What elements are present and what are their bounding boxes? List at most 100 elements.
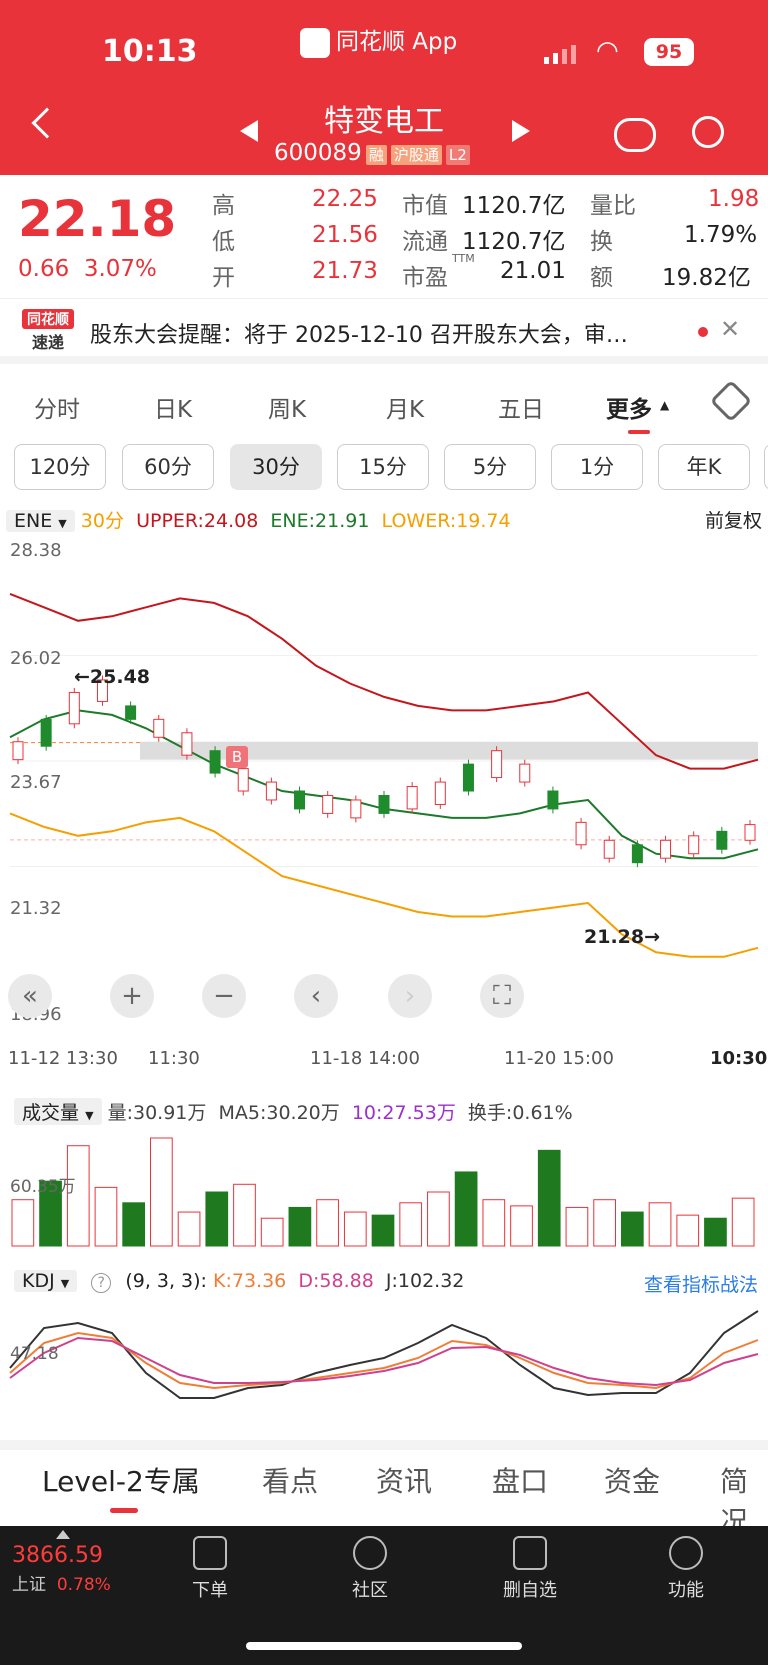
nav-community[interactable]: 社区: [320, 1536, 420, 1602]
quote-grid: 高 22.25 低 21.56 开 21.73 市值 1120.7亿 流通 11…: [212, 186, 760, 291]
tab-day[interactable]: 日K: [154, 390, 192, 424]
help-icon[interactable]: ?: [91, 1273, 112, 1293]
candle: [547, 790, 559, 810]
tag-connect: 沪股通: [390, 145, 442, 165]
x-label-1: 11-12 13:30: [8, 1048, 118, 1069]
pill-5m[interactable]: 5分: [444, 444, 536, 490]
volume-bar: [537, 1149, 561, 1247]
last-price: 22.18: [18, 190, 177, 248]
header-bar: 10:13 同花顺 App ◠ 95 特变电工 600089 融沪股通 L2: [0, 0, 768, 175]
ene-lower: LOWER:19.74: [381, 510, 511, 532]
kdj-dropdown[interactable]: KDJ ▼: [14, 1270, 78, 1292]
candle: [660, 839, 672, 859]
volume-legend: 成交量 ▼ 量:30.91万 MA5:30.20万 10:27.53万 换手:0…: [14, 1098, 764, 1125]
tab-level2[interactable]: Level-2专属: [42, 1460, 200, 1500]
pill-30m[interactable]: 30分: [230, 444, 322, 490]
tab-orderbook[interactable]: 盘口: [492, 1460, 548, 1500]
kdj-k-line: [9, 1331, 759, 1390]
volume-bar: [565, 1206, 589, 1247]
settings-icon[interactable]: [709, 379, 753, 423]
pan-left-icon[interactable]: ‹: [294, 974, 338, 1018]
y-label-2: 26.02: [10, 648, 62, 669]
nav-remove-watch[interactable]: 删自选: [480, 1536, 580, 1602]
pill-year[interactable]: 年K: [658, 444, 750, 490]
tab-fiveday[interactable]: 五日: [498, 390, 544, 424]
app-indicator[interactable]: 同花顺 App: [300, 22, 457, 58]
volume-ma10: 10:27.53万: [351, 1102, 456, 1124]
robot-icon[interactable]: [614, 118, 656, 152]
volume-bar: [510, 1205, 533, 1247]
volume-chart[interactable]: [0, 1128, 768, 1248]
pill-120m[interactable]: 120分: [14, 444, 106, 490]
turn-value: 1.79%: [684, 222, 758, 248]
candle: [294, 790, 306, 810]
tab-week[interactable]: 周K: [268, 390, 306, 424]
index-widget[interactable]: 3866.59 上证 0.78%: [12, 1530, 142, 1595]
adjust-toggle[interactable]: 前复权: [705, 506, 762, 533]
tab-news[interactable]: 资讯: [376, 1460, 432, 1500]
volume-bar: [593, 1199, 616, 1247]
tab-intraday[interactable]: 分时: [34, 390, 80, 424]
search-icon[interactable]: [692, 116, 724, 148]
volume-bar: [316, 1199, 339, 1247]
volume-turnover: 换手:0.61%: [467, 1102, 573, 1124]
ene-middle: ENE:21.91: [270, 510, 370, 532]
ene-dropdown[interactable]: ENE ▼: [6, 510, 75, 532]
candle: [350, 799, 362, 819]
pill-60m[interactable]: 60分: [122, 444, 214, 490]
stock-code-row: 600089 融沪股通 L2: [274, 140, 470, 166]
mcap-value: 1120.7亿: [462, 193, 566, 219]
pill-1m[interactable]: 1分: [551, 444, 643, 490]
amt-value: 19.82亿: [662, 265, 751, 291]
tab-more[interactable]: 更多: [606, 390, 652, 424]
next-stock-icon[interactable]: [512, 120, 530, 142]
ene-lines: [9, 592, 759, 958]
candle: [125, 705, 137, 720]
volume-bar: [704, 1217, 727, 1247]
back-icon[interactable]: [31, 107, 63, 139]
volume-axis-label: 60.35万: [10, 1177, 76, 1197]
candle: [744, 824, 756, 841]
nav-functions-label: 功能: [668, 1580, 704, 1601]
kdj-chart[interactable]: [0, 1298, 768, 1418]
y-label-3: 23.67: [10, 772, 62, 793]
volume-bar: [731, 1197, 755, 1247]
news-logo: 同花顺 速递: [22, 309, 74, 353]
pill-15m[interactable]: 15分: [337, 444, 429, 490]
candle: [603, 839, 615, 859]
x-label-4: 11-20 15:00: [504, 1048, 614, 1069]
fullscreen-icon[interactable]: ⛶: [480, 974, 524, 1018]
tab-funds[interactable]: 资金: [604, 1460, 660, 1500]
kdj-k: K:73.36: [213, 1270, 287, 1292]
high-value: 22.25: [312, 186, 378, 212]
tab-level2-indicator: [110, 1508, 138, 1513]
nav-order[interactable]: 下单: [160, 1536, 260, 1602]
zoom-in-icon[interactable]: +: [110, 974, 154, 1018]
tab-month[interactable]: 月K: [386, 390, 424, 424]
float-label: 流通: [402, 229, 448, 255]
news-banner[interactable]: 同花顺 速递 股东大会提醒：将于 2025-12-10 召开股东大会，审… ✕: [0, 298, 768, 364]
pe-sup: TTM: [452, 252, 475, 265]
tab-highlights[interactable]: 看点: [262, 1460, 318, 1500]
volume-ma5: MA5:30.20万: [218, 1102, 340, 1124]
close-icon[interactable]: ✕: [720, 315, 740, 343]
stock-code: 600089: [274, 140, 362, 166]
prev-stock-icon[interactable]: [240, 120, 258, 142]
zoom-out-icon[interactable]: −: [202, 974, 246, 1018]
nav-functions[interactable]: 功能: [636, 1536, 736, 1602]
kdj-name: KDJ: [22, 1270, 55, 1292]
change-pct: 3.07%: [83, 256, 157, 282]
kdj-j: J:102.32: [385, 1270, 465, 1292]
collapse-icon[interactable]: «: [8, 974, 52, 1018]
dropdown-caret-icon: ▼: [60, 1277, 70, 1290]
battery-level: 95: [655, 41, 683, 63]
open-label: 开: [212, 265, 235, 291]
battery-icon: 95: [644, 38, 694, 66]
volume-dropdown[interactable]: 成交量 ▼: [14, 1098, 102, 1125]
order-icon: [193, 1536, 227, 1570]
ene-period: 30分: [80, 510, 124, 532]
mcap-label: 市值: [402, 193, 448, 219]
kdj-strategy-link[interactable]: 查看指标战法: [644, 1270, 758, 1297]
pan-right-icon[interactable]: ›: [388, 974, 432, 1018]
kdj-params: (9, 3, 3):: [125, 1270, 207, 1292]
